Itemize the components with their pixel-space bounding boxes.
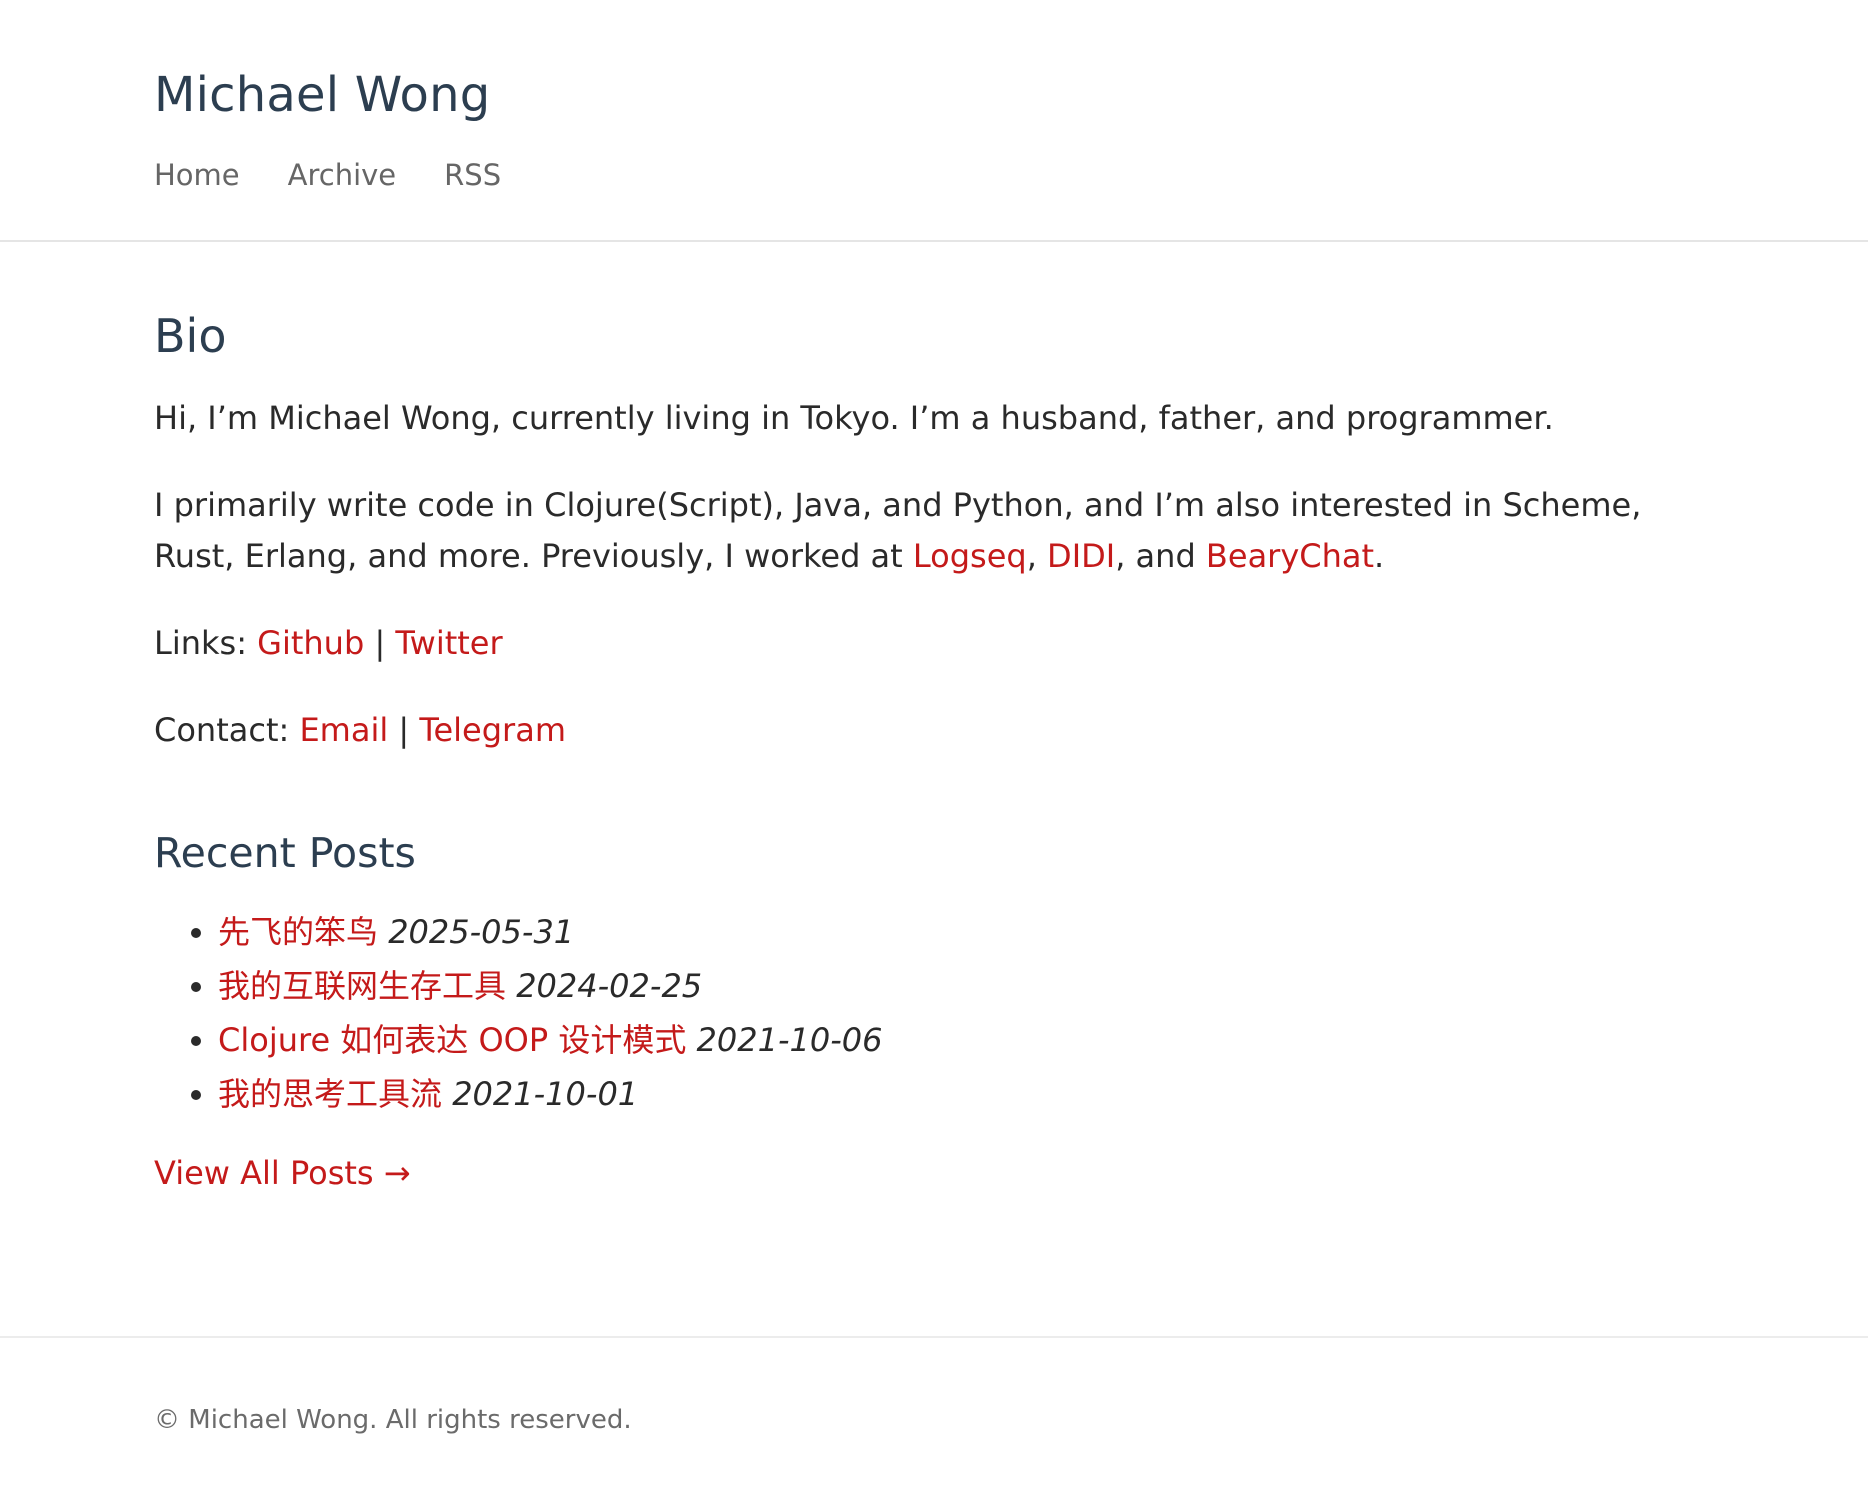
pipe-separator: | bbox=[388, 711, 420, 749]
links-label: Links: bbox=[154, 624, 258, 662]
bearychat-link[interactable]: BearyChat bbox=[1206, 537, 1374, 575]
contact-label: Contact: bbox=[154, 711, 300, 749]
site-header: Michael Wong Home Archive RSS bbox=[0, 0, 1868, 242]
list-item: Clojure 如何表达 OOP 设计模式 2021-10-06 bbox=[218, 1013, 1714, 1067]
email-link[interactable]: Email bbox=[299, 711, 388, 749]
nav-archive-link[interactable]: Archive bbox=[288, 157, 397, 193]
post-link[interactable]: 我的思考工具流 bbox=[218, 1075, 442, 1113]
list-item: 我的互联网生存工具 2024-02-25 bbox=[218, 959, 1714, 1013]
bio-work: I primarily write code in Clojure(Script… bbox=[154, 480, 1714, 582]
post-link[interactable]: Clojure 如何表达 OOP 设计模式 bbox=[218, 1021, 686, 1059]
bio-intro: Hi, I’m Michael Wong, currently living i… bbox=[154, 399, 1554, 437]
comma-separator: , bbox=[1026, 537, 1048, 575]
post-date: 2021-10-06 bbox=[696, 1021, 883, 1059]
post-link[interactable]: 我的互联网生存工具 bbox=[218, 967, 506, 1005]
main-nav: Home Archive RSS bbox=[154, 157, 1714, 193]
post-date: 2024-02-25 bbox=[516, 967, 703, 1005]
telegram-link[interactable]: Telegram bbox=[419, 711, 566, 749]
list-item: 先飞的笨鸟 2025-05-31 bbox=[218, 905, 1714, 959]
site-footer: © Michael Wong. All rights reserved. bbox=[0, 1336, 1868, 1436]
logseq-link[interactable]: Logseq bbox=[913, 537, 1027, 575]
post-link[interactable]: 先飞的笨鸟 bbox=[218, 913, 378, 951]
post-date: 2025-05-31 bbox=[388, 913, 575, 951]
recent-posts-list: 先飞的笨鸟 2025-05-31 我的互联网生存工具 2024-02-25 Cl… bbox=[154, 905, 1714, 1121]
view-all-container: View All Posts → bbox=[154, 1149, 1714, 1197]
bio-heading: Bio bbox=[154, 309, 227, 363]
bio-work-text: I primarily write code in Clojure(Script… bbox=[154, 486, 1642, 575]
copyright-text: © Michael Wong. All rights reserved. bbox=[154, 1405, 632, 1435]
pipe-separator: | bbox=[364, 624, 396, 662]
didi-link[interactable]: DIDI bbox=[1047, 537, 1115, 575]
list-item: 我的思考工具流 2021-10-01 bbox=[218, 1067, 1714, 1121]
main-content: Bio Hi, I’m Michael Wong, currently livi… bbox=[0, 242, 1868, 1197]
github-link[interactable]: Github bbox=[257, 624, 364, 662]
and-separator: , and bbox=[1115, 537, 1206, 575]
twitter-link[interactable]: Twitter bbox=[395, 624, 502, 662]
post-date: 2021-10-01 bbox=[452, 1075, 639, 1113]
nav-home-link[interactable]: Home bbox=[154, 157, 240, 193]
period: . bbox=[1374, 537, 1385, 575]
site-title[interactable]: Michael Wong bbox=[154, 0, 1714, 124]
contact-line: Contact: Email | Telegram bbox=[154, 705, 1714, 756]
nav-rss-link[interactable]: RSS bbox=[444, 157, 501, 193]
recent-posts-heading: Recent Posts bbox=[154, 829, 416, 877]
links-line: Links: Github | Twitter bbox=[154, 618, 1714, 669]
view-all-posts-link[interactable]: View All Posts → bbox=[154, 1154, 411, 1192]
